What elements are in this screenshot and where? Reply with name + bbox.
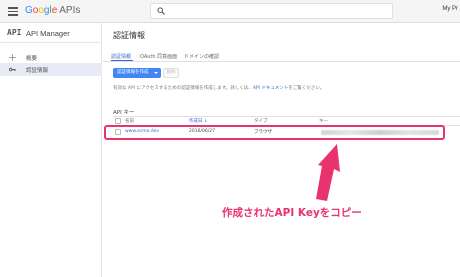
- annotation-arrow-icon: [316, 144, 340, 201]
- annotation-callout: 作成されたAPI Keyをコピー: [222, 207, 362, 219]
